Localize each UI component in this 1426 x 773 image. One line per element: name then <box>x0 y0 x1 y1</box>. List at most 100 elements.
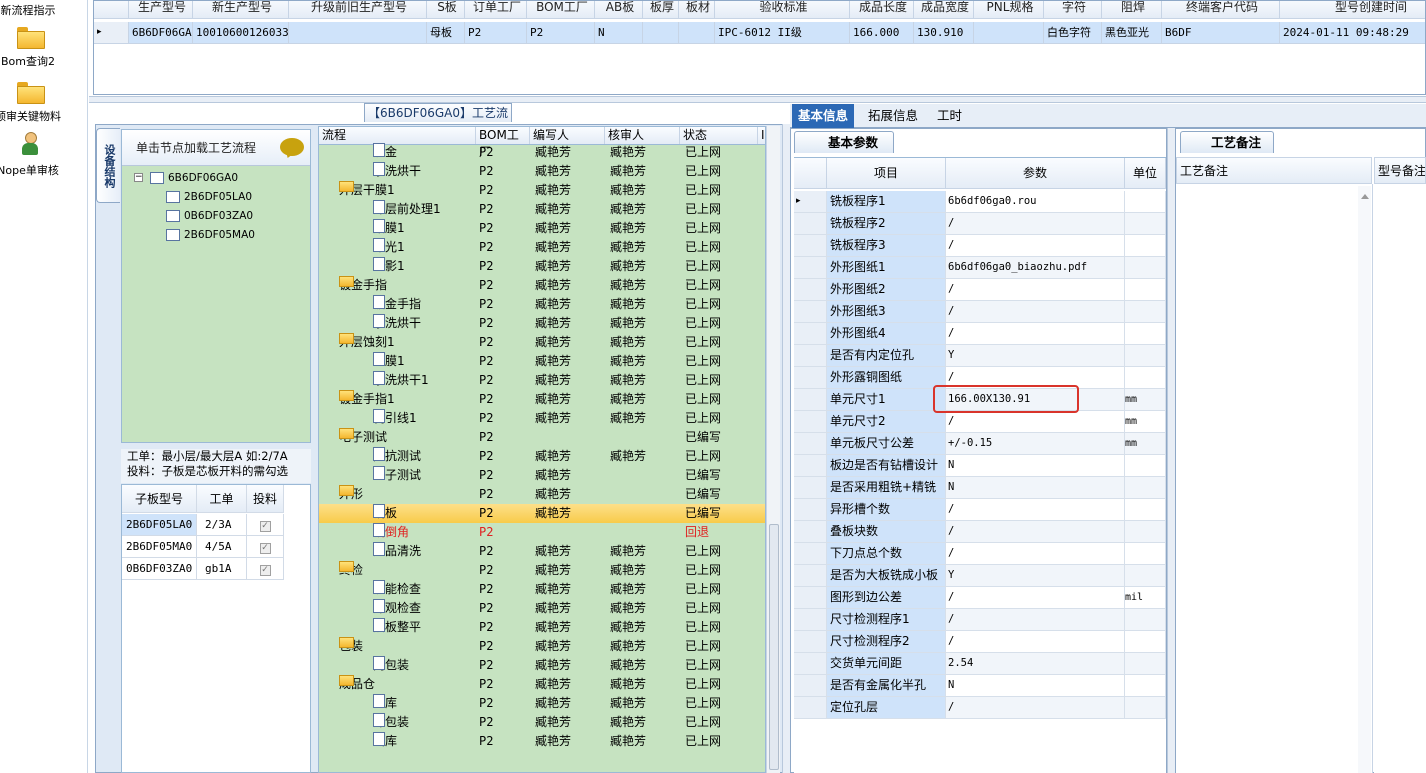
toolbar-item-key-material[interactable]: 预审关键物料 <box>0 80 88 124</box>
column-header[interactable]: 字符 <box>1044 1 1102 19</box>
tab-basic-info[interactable]: 基本信息 <box>792 104 855 128</box>
column-header[interactable]: 阻焊 <box>1102 1 1162 19</box>
column-header[interactable]: 订单工厂 <box>465 1 527 19</box>
param-value[interactable]: / <box>946 697 1125 719</box>
flow-row[interactable]: 显影1 P2 臧艳芳 臧艳芳 已上网 <box>319 257 765 276</box>
param-row[interactable]: 板边是否有钻槽设计 N <box>794 455 1166 477</box>
column-header[interactable]: 型号备注 <box>1374 157 1426 184</box>
flow-row[interactable]: 外包装 P2 臧艳芳 臧艳芳 已上网 <box>319 713 765 732</box>
horizontal-splitter[interactable] <box>89 96 1426 103</box>
flow-row[interactable]: 电子测试 P2 臧艳芳 已编写 <box>319 466 765 485</box>
param-row[interactable]: 外形图纸3/ <box>794 301 1166 323</box>
param-value[interactable]: Y <box>946 565 1125 587</box>
param-row[interactable]: 是否为大板铣成小板 Y <box>794 565 1166 587</box>
flow-row[interactable]: −镀金手指 P2 臧艳芳 臧艳芳 已上网 <box>319 276 765 295</box>
column-header[interactable]: 生产型号 <box>129 1 193 19</box>
tree-node-child[interactable]: 0B6DF03ZA0 <box>166 208 253 224</box>
column-header[interactable]: 单位 <box>1125 158 1166 189</box>
flow-row[interactable]: 水洗烘干 P2 臧艳芳 臧艳芳 已上网 <box>319 314 765 333</box>
flow-row[interactable]: 退膜1 P2 臧艳芳 臧艳芳 已上网 <box>319 352 765 371</box>
sub-board-row[interactable]: 0B6DF03ZA0 gb1A ✓ <box>122 558 284 580</box>
sub-board-row[interactable]: 2B6DF05MA0 4/5A ✓ <box>122 536 284 558</box>
flow-row-selected[interactable]: 铣板 P2 臧艳芳 已编写 <box>319 504 765 523</box>
collapse-icon[interactable]: − <box>134 173 143 182</box>
param-value[interactable]: / <box>946 213 1125 235</box>
param-row[interactable]: 外形图纸4/ <box>794 323 1166 345</box>
param-row[interactable]: 铣板程序2/ <box>794 213 1166 235</box>
product-grid-row[interactable]: ▸ 6B6DF06GA0 10010600126033 母板 P2 P2 N IPC-6012… <box>94 22 1425 44</box>
column-header[interactable]: 验收标准 <box>715 1 850 19</box>
param-row[interactable]: 下刀点总个数 / <box>794 543 1166 565</box>
param-value[interactable]: / <box>946 323 1125 345</box>
flow-row[interactable]: −外层蚀刻1 P2 臧艳芳 臧艳芳 已上网 <box>319 333 765 352</box>
column-header[interactable]: 编写人 <box>530 127 605 144</box>
column-header[interactable]: I <box>758 127 765 144</box>
flow-row[interactable]: 内包装 P2 臧艳芳 臧艳芳 已上网 <box>319 656 765 675</box>
param-value[interactable]: N <box>946 455 1125 477</box>
tab-work-hours[interactable]: 工时 <box>931 104 968 128</box>
tab-process-note[interactable]: 工艺备注 <box>1180 131 1274 153</box>
param-value[interactable]: / <box>946 587 1125 609</box>
param-row[interactable]: ▸ 铣板程序1 6b6df06ga0.rou <box>794 191 1166 213</box>
flow-row[interactable]: 水洗烘干 P2 臧艳芳 臧艳芳 已上网 <box>319 162 765 181</box>
flow-row[interactable]: 入库 P2 臧艳芳 臧艳芳 已上网 <box>319 694 765 713</box>
flow-scrollbar[interactable] <box>766 126 780 773</box>
flow-row[interactable]: 镀金手指 P2 臧艳芳 臧艳芳 已上网 <box>319 295 765 314</box>
param-row[interactable]: 是否采用粗铣+精铣 N <box>794 477 1166 499</box>
tree-node-child[interactable]: 2B6DF05LA0 <box>166 189 252 205</box>
flow-row[interactable]: 成品清洗 P2 臧艳芳 臧艳芳 已上网 <box>319 542 765 561</box>
param-row[interactable]: 尺寸检测程序2/ <box>794 631 1166 653</box>
column-header[interactable]: 项目 <box>827 158 946 189</box>
tree-node-child[interactable]: 2B6DF05MA0 <box>166 227 255 243</box>
param-value[interactable]: 6b6df06ga0.rou <box>946 191 1125 213</box>
tree-header[interactable]: 单击节点加载工艺流程 <box>122 130 310 166</box>
column-header[interactable]: 工单 <box>197 485 247 513</box>
column-header[interactable]: 参数 <box>946 158 1125 189</box>
flow-row[interactable]: 阻抗测试 P2 臧艳芳 臧艳芳 已上网 <box>319 447 765 466</box>
feed-checkbox[interactable]: ✓ <box>259 521 271 532</box>
column-header[interactable]: 升级前旧生产型号 <box>289 1 427 19</box>
flow-row[interactable]: 贴膜1 P2 臧艳芳 臧艳芳 已上网 <box>319 219 765 238</box>
column-header[interactable]: 状态 <box>680 127 758 144</box>
flow-row[interactable]: −成品仓 P2 臧艳芳 臧艳芳 已上网 <box>319 675 765 694</box>
param-row[interactable]: 铣板程序3/ <box>794 235 1166 257</box>
feed-checkbox[interactable]: ✓ <box>259 565 271 576</box>
flow-row[interactable]: 出库 P2 臧艳芳 臧艳芳 已上网 <box>319 732 765 751</box>
param-row[interactable]: 定位孔层 / <box>794 697 1166 719</box>
flow-row[interactable]: 曝光1 P2 臧艳芳 臧艳芳 已上网 <box>319 238 765 257</box>
param-value[interactable]: +/-0.15 <box>946 433 1125 455</box>
flow-row[interactable]: 功能检查 P2 臧艳芳 臧艳芳 已上网 <box>319 580 765 599</box>
param-value[interactable]: N <box>946 675 1125 697</box>
note-scrollbar[interactable] <box>1358 186 1371 773</box>
column-header[interactable]: 投料 <box>247 485 284 513</box>
tab-extended-info[interactable]: 拓展信息 <box>862 104 924 128</box>
param-value[interactable]: / <box>946 235 1125 257</box>
column-header[interactable]: 成品宽度 <box>914 1 974 19</box>
column-header[interactable]: 板材 <box>679 1 715 19</box>
column-header[interactable]: 新生产型号 <box>193 1 289 19</box>
param-row[interactable]: 交货单元间距 2.54 <box>794 653 1166 675</box>
column-header[interactable]: AB板 <box>595 1 643 19</box>
flow-row[interactable]: 剥引线1 P2 臧艳芳 臧艳芳 已上网 <box>319 409 765 428</box>
flow-row[interactable]: −外层干膜1 P2 臧艳芳 臧艳芳 已上网 <box>319 181 765 200</box>
flow-row[interactable]: −镀金手指1 P2 臧艳芳 臧艳芳 已上网 <box>319 390 765 409</box>
toolbar-item-bom-query[interactable]: Bom查询2 <box>0 25 88 69</box>
column-header[interactable]: 成品长度 <box>850 1 914 19</box>
toolbar-item-nope-review[interactable]: Nope单审核 <box>0 132 88 178</box>
param-row[interactable]: 单元板尺寸公差 +/-0.15 mm <box>794 433 1166 455</box>
flow-row[interactable]: −外形 P2 臧艳芳 已编写 <box>319 485 765 504</box>
param-value[interactable]: / <box>946 543 1125 565</box>
column-header[interactable]: 板厚 <box>643 1 679 19</box>
flow-row[interactable]: 外观检查 P2 臧艳芳 臧艳芳 已上网 <box>319 599 765 618</box>
param-row[interactable]: 图形到边公差 / mil <box>794 587 1166 609</box>
column-header[interactable]: 终端客户代码 <box>1162 1 1280 19</box>
param-row[interactable]: 尺寸检测程序1/ <box>794 609 1166 631</box>
param-value[interactable]: / <box>946 301 1125 323</box>
param-value[interactable]: 6b6df06ga0_biaozhu.pdf <box>946 257 1125 279</box>
column-header[interactable]: S板 <box>427 1 465 19</box>
param-value[interactable]: 2.54 <box>946 653 1125 675</box>
scroll-thumb[interactable] <box>769 524 779 770</box>
column-header[interactable]: PNL规格 <box>974 1 1044 19</box>
param-row[interactable]: 叠板块数 / <box>794 521 1166 543</box>
param-value[interactable]: / <box>946 521 1125 543</box>
